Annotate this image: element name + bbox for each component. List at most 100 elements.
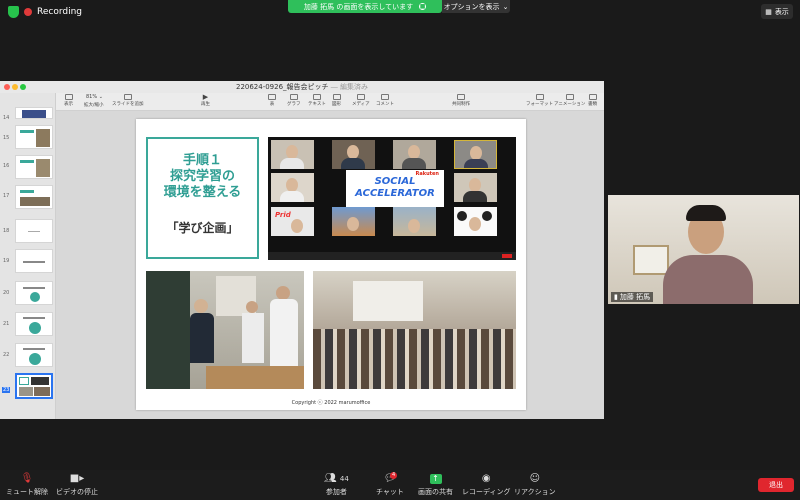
collaborate-button[interactable]: 共同制作	[452, 94, 470, 107]
emoji-icon: ☺	[529, 473, 541, 484]
document-button[interactable]: 書類	[588, 94, 597, 107]
recording-indicator[interactable]: Recording	[8, 6, 82, 18]
record-button[interactable]: ◉ レコーディング	[462, 473, 511, 497]
edited-status: ― 編集済み	[330, 83, 369, 91]
recording-label: Recording	[37, 7, 83, 17]
slide-thumbnail-selected[interactable]	[15, 373, 53, 399]
toolbar-zoom-label: 拡大/縮小	[84, 103, 104, 108]
shape-button[interactable]: 図形	[332, 94, 341, 107]
slide-thumbnail[interactable]	[15, 155, 53, 179]
chevron-down-icon: ⌄	[502, 2, 509, 11]
participant-tile: Prid	[271, 207, 314, 236]
play-button[interactable]: ▶ 再生	[201, 93, 210, 108]
video-camera-icon: ■▸	[69, 473, 85, 484]
slide-number: 16	[3, 163, 10, 169]
comment-button[interactable]: コメント	[376, 94, 394, 107]
meeting-controls-bar: 🎙︎ ミュート解除 ■▸ ビデオの停止 👥︎ 44 参加者 💬︎ 4 チャット ↑ 画面の共…	[0, 470, 800, 500]
view-label: 表示	[774, 7, 789, 16]
format-button[interactable]: フォーマット	[526, 94, 553, 107]
wall-frame	[633, 245, 669, 275]
participant-tile	[332, 140, 375, 169]
social-accelerator-logo: Rakuten SOCIAL ACCELERATOR	[346, 170, 444, 207]
play-icon: ▶	[202, 93, 209, 101]
current-slide[interactable]: 手順１ 探究学習の 環境を整える 「学び企画」 Prid Rakuten SOC…	[136, 119, 526, 410]
slide-number: 21	[3, 321, 10, 327]
slide-thumbnail[interactable]	[15, 249, 53, 273]
slide-navigator[interactable]: 14 15 16 17 18 19 20 21 22 23	[0, 93, 56, 419]
record-icon: ◉	[481, 473, 491, 484]
table-button[interactable]: 表	[268, 94, 276, 107]
minimize-window-icon[interactable]	[12, 84, 18, 90]
text-icon	[312, 94, 321, 100]
rakuten-logo: Rakuten	[415, 171, 439, 177]
slide-thumbnail[interactable]	[15, 219, 53, 243]
zoom-window-icon[interactable]	[20, 84, 26, 90]
zoom-level[interactable]: 81% ⌄	[86, 94, 103, 100]
participant-tile	[454, 173, 497, 202]
window-title-bar: 220624-0926_報告会ピッチ ― 編集済み	[0, 81, 604, 93]
self-video-tile[interactable]: ▮ 加藤 拓馬	[608, 195, 799, 304]
collaborate-icon	[457, 94, 465, 100]
muted-microphone-icon: 🎙︎	[20, 473, 34, 484]
participant-tile	[393, 140, 436, 169]
step-title-box: 手順１ 探究学習の 環境を整える 「学び企画」	[146, 137, 259, 259]
participant-tile	[271, 173, 314, 202]
slide-thumbnail[interactable]	[15, 107, 53, 119]
view-button[interactable]: ▦ 表示	[761, 4, 793, 19]
slide-copyright: Copyright ⓒ 2022 marumoffice	[291, 400, 371, 406]
unmute-button[interactable]: 🎙︎ ミュート解除	[6, 473, 48, 497]
slide-number: 17	[3, 193, 10, 199]
auditorium-photo	[313, 271, 516, 389]
chart-button[interactable]: グラフ	[287, 94, 301, 107]
stop-video-button[interactable]: ■▸ ビデオの停止	[56, 473, 98, 497]
animate-button[interactable]: アニメーション	[554, 94, 585, 107]
self-video-name-label: ▮ 加藤 拓馬	[611, 292, 654, 302]
slide-thumbnail[interactable]	[15, 343, 53, 367]
zoom-control-strip	[268, 252, 516, 260]
participant-tile	[332, 207, 375, 236]
add-slide-icon	[123, 94, 132, 100]
slide-number: 19	[3, 258, 10, 264]
view-options-button[interactable]: オプションを表示 ⌄	[442, 0, 510, 13]
document-icon	[588, 94, 597, 100]
zoom-meeting-screenshot: Prid Rakuten SOCIAL ACCELERATOR	[268, 137, 516, 260]
chat-button[interactable]: 💬︎ 4 チャット	[376, 472, 404, 497]
comment-icon	[381, 94, 389, 100]
table-icon	[268, 94, 276, 100]
slide-canvas[interactable]: 手順１ 探究学習の 環境を整える 「学び企画」 Prid Rakuten SOC…	[56, 111, 604, 419]
participants-button[interactable]: 👥︎ 44 参加者	[324, 473, 349, 497]
speaker-hair	[686, 205, 726, 221]
slide-number: 22	[3, 352, 10, 358]
slide-number: 18	[3, 228, 10, 234]
leave-meeting-button[interactable]: 退出	[758, 478, 794, 492]
document-title: 220624-0926_報告会ピッチ	[235, 83, 329, 91]
slide-thumbnail[interactable]	[15, 185, 53, 209]
slide-thumbnail[interactable]	[15, 125, 53, 149]
keynote-toolbar: 表示 81% ⌄ 拡大/縮小 スライドを追加 ▶ 再生 表 グラフ テキスト 図形…	[56, 93, 604, 111]
slide-thumbnail[interactable]	[15, 312, 53, 336]
slide-number: 20	[3, 290, 10, 296]
screen-share-banner: 加藤 拓馬 の画面を表示しています ■	[288, 0, 442, 13]
step-subtitle: 「学び企画」	[166, 221, 239, 235]
slide-number-selected: 23	[2, 387, 11, 393]
text-button[interactable]: テキスト	[308, 94, 326, 107]
add-slide-button[interactable]: スライドを追加	[112, 94, 144, 107]
participants-count: 44	[339, 475, 349, 483]
grid-icon: ▦	[765, 7, 772, 16]
participant-tile	[454, 140, 497, 169]
media-icon	[356, 94, 365, 100]
media-button[interactable]: メディア	[352, 94, 370, 107]
chat-unread-badge: 4	[390, 472, 398, 479]
toolbar-view-button[interactable]: 表示	[64, 94, 73, 107]
reactions-button[interactable]: ☺ リアクション	[514, 473, 556, 497]
chart-icon	[289, 94, 298, 100]
share-screen-icon: ↑	[418, 473, 453, 485]
stop-share-icon[interactable]: ■	[419, 3, 427, 10]
chat-bubble-icon: 💬︎ 4	[383, 472, 398, 484]
step-title: 手順１ 探究学習の 環境を整える	[163, 153, 242, 200]
close-window-icon[interactable]	[4, 84, 10, 90]
share-screen-button[interactable]: ↑ 画面の共有	[418, 473, 453, 497]
slide-thumbnail[interactable]	[15, 281, 53, 305]
view-icon	[64, 94, 73, 100]
slide-number: 14	[3, 115, 10, 121]
